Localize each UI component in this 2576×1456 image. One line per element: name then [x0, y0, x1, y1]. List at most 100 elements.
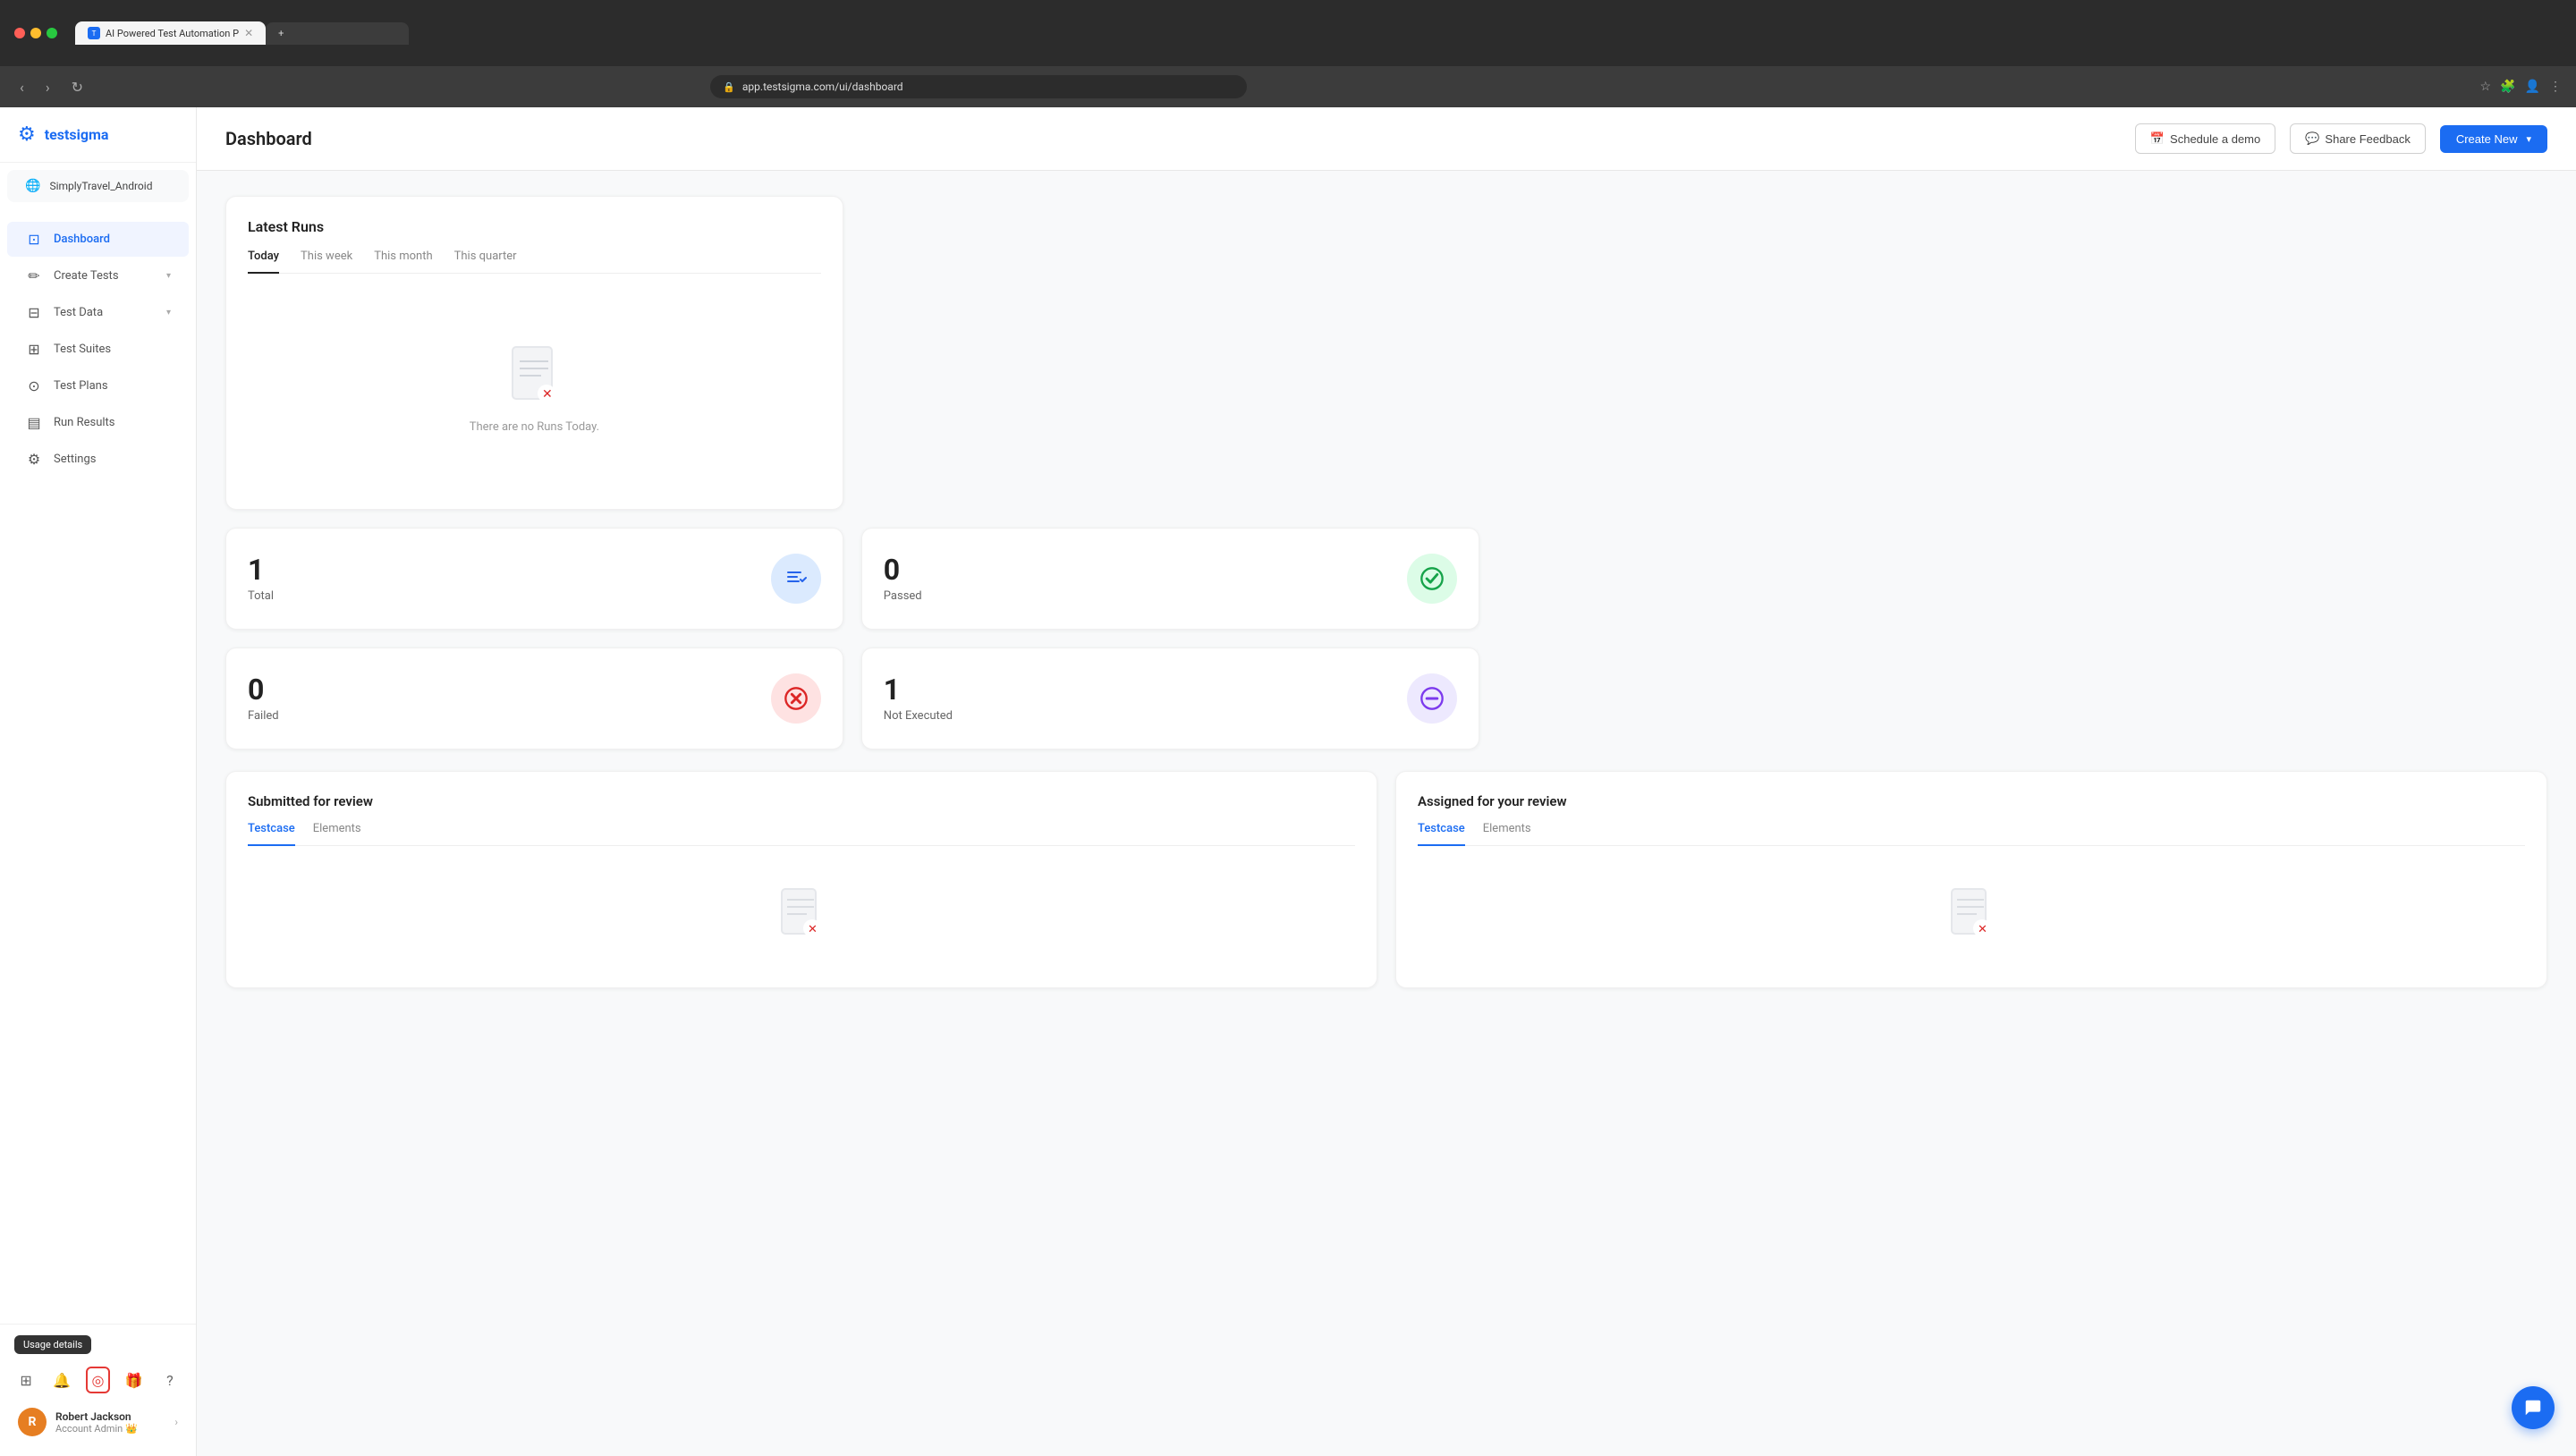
address-text: app.testsigma.com/ui/dashboard [742, 80, 903, 93]
sidebar-label-dashboard: Dashboard [54, 233, 110, 246]
top-section: 1 Total 0 [225, 196, 2547, 749]
empty-runs-text: There are no Runs Today. [470, 420, 599, 434]
runs-tab-this-quarter[interactable]: This quarter [454, 250, 517, 274]
submitted-tab-testcase[interactable]: Testcase [248, 822, 295, 846]
runs-tabs: Today This week This month This quarter [248, 250, 821, 274]
browser-chrome: T AI Powered Test Automation P ✕ + [0, 0, 2576, 66]
new-tab-button[interactable]: + [266, 22, 409, 45]
refresh-button[interactable]: ↻ [66, 75, 89, 99]
header-actions: 📅 Schedule a demo 💬 Share Feedback Creat… [2135, 123, 2547, 154]
maximize-dot[interactable] [47, 28, 57, 38]
profile-icon[interactable]: 👤 [2525, 80, 2540, 94]
user-row[interactable]: R Robert Jackson Account Admin 👑 › [14, 1399, 182, 1445]
logo-text: testsigma [45, 126, 109, 143]
user-role: Account Admin 👑 [55, 1423, 165, 1435]
browser-actions: ☆ 🧩 👤 ⋮ [2480, 80, 2562, 94]
browser-dots [14, 28, 57, 38]
runs-tab-this-week[interactable]: This week [301, 250, 352, 274]
sidebar-label-test-suites: Test Suites [54, 343, 111, 356]
stat-number-total: 1 [248, 555, 274, 584]
logo-icon: ⚙ [18, 123, 36, 146]
schedule-demo-button[interactable]: 📅 Schedule a demo [2135, 123, 2275, 154]
address-bar[interactable]: 🔒 app.testsigma.com/ui/dashboard [710, 75, 1247, 98]
sidebar-item-test-plans[interactable]: ⊙ Test Plans [7, 368, 189, 403]
runs-empty-state: ✕ There are no Runs Today. [248, 292, 821, 487]
sidebar-label-settings: Settings [54, 453, 96, 466]
forward-button[interactable]: › [40, 75, 55, 99]
submitted-tab-elements[interactable]: Elements [313, 822, 361, 846]
stat-number-failed: 0 [248, 675, 279, 704]
bottom-grid: Submitted for review Testcase Elements ✕ [225, 771, 2547, 988]
sidebar-item-test-suites[interactable]: ⊞ Test Suites [7, 332, 189, 367]
submitted-review-card: Submitted for review Testcase Elements ✕ [225, 771, 1377, 988]
user-avatar: R [18, 1408, 47, 1436]
active-tab[interactable]: T AI Powered Test Automation P ✕ [75, 21, 266, 45]
sidebar-label-test-plans: Test Plans [54, 379, 108, 393]
tab-title: AI Powered Test Automation P [106, 28, 239, 39]
bookmark-icon[interactable]: ☆ [2480, 80, 2492, 94]
stat-card-failed: 0 Failed [225, 648, 843, 749]
minimize-dot[interactable] [30, 28, 41, 38]
share-feedback-button[interactable]: 💬 Share Feedback [2290, 123, 2426, 154]
chevron-down-icon-2: ▾ [166, 308, 171, 317]
test-data-icon: ⊟ [25, 304, 43, 321]
stat-info-not-executed: 1 Not Executed [884, 675, 953, 723]
dashboard-body: 1 Total 0 [197, 171, 2576, 1013]
bell-bottom-icon[interactable]: 🔔 [50, 1367, 73, 1393]
empty-document-icon: ✕ [509, 345, 559, 410]
stat-card-passed: 0 Passed [861, 528, 1479, 630]
dashboard-icon: ⊡ [25, 231, 43, 248]
assigned-review-card: Assigned for your review Testcase Elemen… [1395, 771, 2547, 988]
sidebar-item-settings[interactable]: ⚙ Settings [7, 442, 189, 477]
stat-number-not-executed: 1 [884, 675, 953, 704]
top-header: Dashboard 📅 Schedule a demo 💬 Share Feed… [197, 107, 2576, 171]
menu-icon[interactable]: ⋮ [2549, 80, 2562, 94]
chat-button[interactable] [2512, 1386, 2555, 1429]
sidebar-bottom: Usage details ⊞ 🔔 ◎ 🎁 ? R Robert Jackson… [0, 1324, 196, 1456]
test-plans-icon: ⊙ [25, 377, 43, 394]
submitted-review-title: Submitted for review [248, 793, 1355, 809]
stat-info-total: 1 Total [248, 555, 274, 603]
assigned-empty-state: ✕ [1418, 860, 2525, 966]
stat-info-passed: 0 Passed [884, 555, 922, 603]
stat-card-total: 1 Total [225, 528, 843, 630]
assigned-tab-testcase[interactable]: Testcase [1418, 822, 1465, 846]
sidebar-item-create-tests[interactable]: ✏ Create Tests ▾ [7, 258, 189, 293]
sidebar-item-dashboard[interactable]: ⊡ Dashboard [7, 222, 189, 257]
help-bottom-icon[interactable]: ? [158, 1367, 182, 1393]
lock-icon: 🔒 [723, 81, 735, 93]
page-title: Dashboard [225, 128, 312, 149]
runs-tab-today[interactable]: Today [248, 250, 279, 274]
stat-label-passed: Passed [884, 589, 922, 603]
calendar-icon: 📅 [2150, 131, 2165, 146]
sidebar-item-run-results[interactable]: ▤ Run Results [7, 405, 189, 440]
grid-bottom-icon[interactable]: ⊞ [14, 1367, 38, 1393]
create-new-button[interactable]: Create New ▾ [2440, 125, 2547, 153]
sidebar-logo: ⚙ testsigma [0, 107, 196, 163]
usage-tooltip: Usage details [14, 1335, 91, 1354]
assigned-tab-elements[interactable]: Elements [1483, 822, 1531, 846]
close-dot[interactable] [14, 28, 25, 38]
sidebar-label-test-data: Test Data [54, 306, 103, 319]
project-icon: 🌐 [25, 179, 40, 193]
failed-icon [771, 673, 821, 724]
feedback-icon: 💬 [2305, 131, 2319, 146]
submitted-review-tabs: Testcase Elements [248, 822, 1355, 846]
gift-bottom-icon[interactable]: 🎁 [123, 1367, 146, 1393]
latest-runs-card: Latest Runs Today This week This month T… [225, 196, 843, 510]
runs-tab-this-month[interactable]: This month [374, 250, 432, 274]
app-layout: ⚙ testsigma 🌐 SimplyTravel_Android ⊡ Das… [0, 107, 2576, 1456]
address-bar-row: ‹ › ↻ 🔒 app.testsigma.com/ui/dashboard ☆… [0, 66, 2576, 107]
run-results-icon: ▤ [25, 414, 43, 431]
stat-card-not-executed: 1 Not Executed [861, 648, 1479, 749]
svg-text:✕: ✕ [542, 387, 553, 402]
back-button[interactable]: ‹ [14, 75, 30, 99]
usage-circle-icon[interactable]: ◎ [86, 1367, 110, 1393]
sidebar-project-selector[interactable]: 🌐 SimplyTravel_Android [7, 170, 189, 202]
tab-close-button[interactable]: ✕ [244, 27, 253, 39]
stat-info-failed: 0 Failed [248, 675, 279, 723]
sidebar-item-test-data[interactable]: ⊟ Test Data ▾ [7, 295, 189, 330]
browser-tabs: T AI Powered Test Automation P ✕ + [75, 21, 2562, 45]
project-name: SimplyTravel_Android [49, 180, 152, 192]
extensions-icon[interactable]: 🧩 [2500, 80, 2515, 94]
